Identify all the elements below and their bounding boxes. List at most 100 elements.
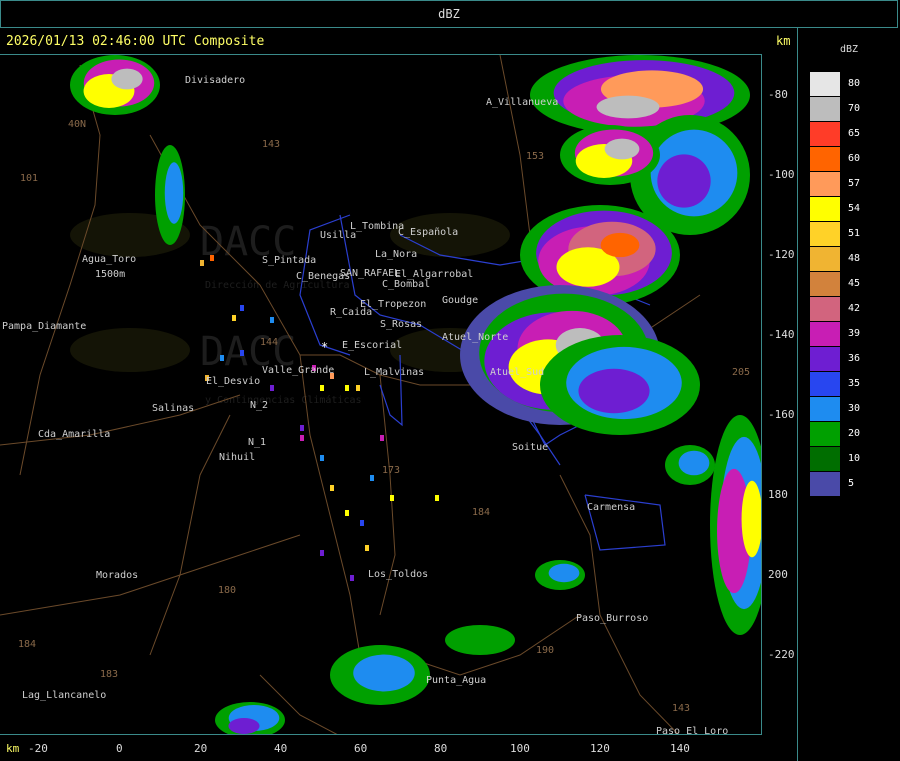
legend-row: 70 xyxy=(810,97,900,121)
place-label: L_Tombina xyxy=(350,221,404,232)
radar-echo-cell xyxy=(370,475,374,481)
place-label: N_2 xyxy=(250,400,268,411)
radar-map[interactable]: DACC DACC Dirección de Agricultura y Con… xyxy=(0,54,762,735)
y-tick: -140 xyxy=(768,328,795,341)
legend-row: 30 xyxy=(810,397,900,421)
radar-echo-cell xyxy=(345,510,349,516)
watermark-logo: DACC DACC Dirección de Agricultura y Con… xyxy=(70,213,510,406)
legend-row: 45 xyxy=(810,272,900,296)
dbz-legend: dBZ 80 70 65 60 57 54 51 48 45 42 39 36 35 30 20 10 5 xyxy=(797,28,900,761)
radar-echo-cell xyxy=(270,317,274,323)
radar-echo-cell xyxy=(353,654,415,692)
route-label: 153 xyxy=(526,151,544,162)
route-label: 183 xyxy=(100,669,118,680)
place-label: Goudge xyxy=(442,295,478,306)
place-label: S_Pintada xyxy=(262,255,316,266)
route-label: 40N xyxy=(68,119,86,130)
legend-swatch xyxy=(810,247,840,271)
radar-echo-cell xyxy=(345,385,349,391)
place-label: El_Desvio xyxy=(206,376,260,387)
legend-label: 54 xyxy=(848,203,861,214)
place-label: El_Algarrobal xyxy=(395,269,473,280)
legend-swatch xyxy=(810,72,840,96)
route-label: 180 xyxy=(218,585,236,596)
legend-row: 48 xyxy=(810,247,900,271)
legend-label: 51 xyxy=(848,228,861,239)
legend-label: 42 xyxy=(848,303,861,314)
radar-echo-cell xyxy=(445,625,515,655)
watermark-subtitle: y Contingencias Climáticas xyxy=(205,394,362,406)
legend-title: dBZ xyxy=(839,44,859,55)
radar-echo-cell xyxy=(200,260,204,266)
route-label: 173 xyxy=(382,465,400,476)
place-label: Atuel_Norte xyxy=(442,332,508,343)
radar-echo-cell xyxy=(600,232,640,258)
legend-swatch xyxy=(810,472,840,496)
legend-label: 10 xyxy=(848,453,861,464)
legend-label: 36 xyxy=(848,353,861,364)
legend-row: 60 xyxy=(810,147,900,171)
legend-label: 45 xyxy=(848,278,861,289)
radar-map-canvas[interactable]: DACC DACC Dirección de Agricultura y Con… xyxy=(0,55,762,735)
y-tick: 180 xyxy=(768,488,788,501)
y-tick: -120 xyxy=(768,248,795,261)
place-label: L_Malvinas xyxy=(364,367,424,378)
radar-echo-cell xyxy=(360,520,364,526)
place-label: Carmensa xyxy=(587,502,635,513)
radar-echo-cell xyxy=(390,495,394,501)
legend-swatch xyxy=(810,347,840,371)
legend-row: 57 xyxy=(810,172,900,196)
legend-row: 42 xyxy=(810,297,900,321)
legend-swatch xyxy=(810,422,840,446)
legend-row: 35 xyxy=(810,372,900,396)
x-tick: 60 xyxy=(354,742,368,755)
radar-echo-cell xyxy=(380,435,384,441)
radar-echo-cell xyxy=(548,563,580,583)
radar-echo-cell xyxy=(240,305,244,311)
place-label: Salinas xyxy=(152,403,194,414)
y-tick: -80 xyxy=(768,88,788,101)
legend-row: 36 xyxy=(810,347,900,371)
place-label: Paso_Burroso xyxy=(576,613,648,624)
place-label: SAN_RAFAEL xyxy=(340,268,400,279)
place-label: A_Villanueva xyxy=(486,97,558,108)
place-label: C_Bombal xyxy=(382,279,430,290)
route-label: 184 xyxy=(472,507,490,518)
radar-echo-cell xyxy=(365,545,369,551)
place-label: Nihuil xyxy=(219,452,255,463)
timestamp-label: 2026/01/13 02:46:00 UTC Composite xyxy=(6,34,265,49)
legend-swatch xyxy=(810,122,840,146)
legend-label: 35 xyxy=(848,378,861,389)
legend-swatch xyxy=(810,447,840,471)
legend-label: 65 xyxy=(848,128,861,139)
legend-label: 30 xyxy=(848,403,861,414)
legend-row: 54 xyxy=(810,197,900,221)
radar-echo-cell xyxy=(320,455,324,461)
radar-echo-cell xyxy=(164,162,184,224)
legend-label: 70 xyxy=(848,103,861,114)
legend-label: 60 xyxy=(848,153,861,164)
route-label: 101 xyxy=(20,173,38,184)
x-tick: 0 xyxy=(116,742,123,755)
radar-echo-cell xyxy=(356,385,360,391)
place-label: S_Rosas xyxy=(380,319,422,330)
radar-echo-cell xyxy=(350,575,354,581)
legend-swatch xyxy=(810,272,840,296)
place-label: Cda_Amarilla xyxy=(38,429,110,440)
radar-echo-cell xyxy=(320,385,324,391)
x-tick: 140 xyxy=(670,742,690,755)
x-tick: -20 xyxy=(28,742,48,755)
radar-echo-cell xyxy=(228,718,260,734)
legend-row: 5 xyxy=(810,472,900,496)
x-tick: 20 xyxy=(194,742,208,755)
legend-row: 51 xyxy=(810,222,900,246)
legend-label: 20 xyxy=(848,428,861,439)
legend-swatch xyxy=(810,97,840,121)
legend-swatch xyxy=(810,197,840,221)
legend-label: 39 xyxy=(848,328,861,339)
place-label: La_Nora xyxy=(375,249,417,260)
place-label: Punta_Agua xyxy=(426,675,486,686)
radar-echo-cell xyxy=(270,385,274,391)
route-label: 143 xyxy=(672,703,690,714)
place-label: Soitue xyxy=(512,442,548,453)
